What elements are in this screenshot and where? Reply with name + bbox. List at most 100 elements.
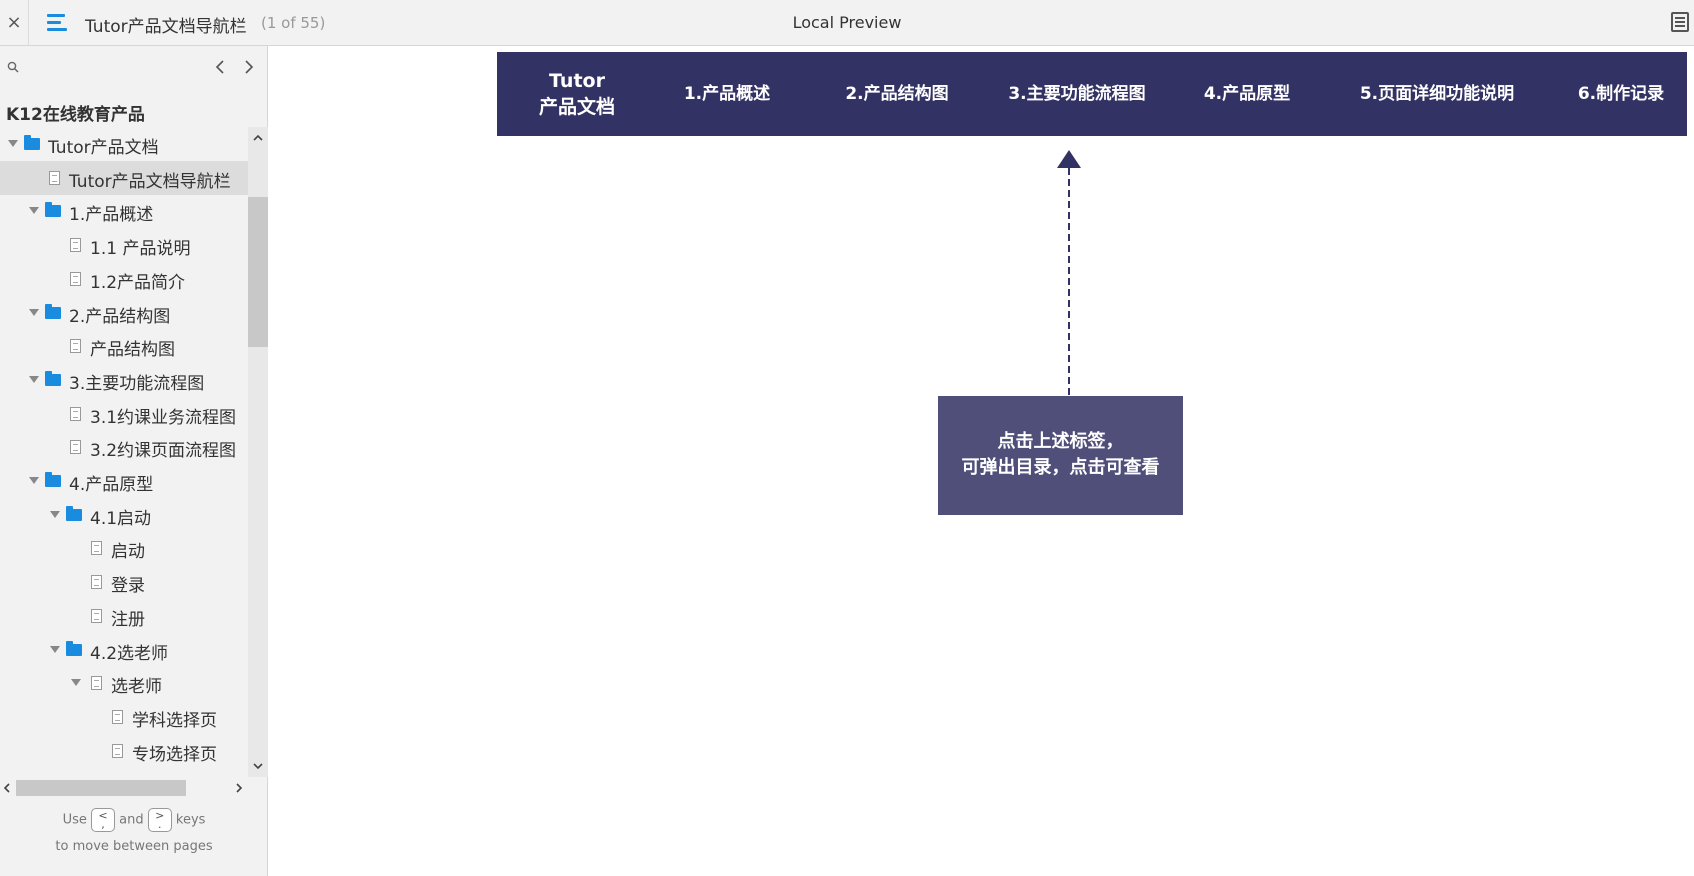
tree-item-label: 4.1启动 bbox=[90, 508, 152, 529]
next-page-icon[interactable] bbox=[241, 58, 257, 76]
nav-home-link[interactable]: Tutor 产品文档 bbox=[497, 52, 657, 136]
tree-folder[interactable]: 3.主要功能流程图 bbox=[0, 363, 248, 397]
page-icon bbox=[49, 170, 60, 185]
tree-item-label: 2.产品结构图 bbox=[69, 306, 171, 327]
vertical-scroll-thumb[interactable] bbox=[248, 197, 268, 347]
expand-caret-icon[interactable] bbox=[29, 308, 39, 316]
tree-page[interactable]: 登录 bbox=[0, 565, 248, 599]
page-icon bbox=[70, 406, 81, 421]
folder-icon bbox=[66, 640, 82, 656]
nav-home-line1: Tutor bbox=[549, 70, 605, 92]
page-icon bbox=[112, 709, 123, 724]
tree-page[interactable]: 1.1 产品说明 bbox=[0, 228, 248, 262]
nav-item-flowchart[interactable]: 3.主要功能流程图 bbox=[997, 52, 1157, 136]
tree-page[interactable]: 专场选择页 bbox=[0, 734, 248, 768]
tree-folder[interactable]: 1.产品概述 bbox=[0, 194, 248, 228]
prototype-canvas: Tutor 产品文档 1.产品概述 2.产品结构图 3.主要功能流程图 4.产品… bbox=[269, 46, 1694, 876]
folder-icon bbox=[45, 472, 61, 487]
project-name: K12在线教育产品 bbox=[6, 105, 145, 125]
scroll-up-icon[interactable] bbox=[253, 133, 263, 143]
notes-icon[interactable] bbox=[1671, 12, 1689, 32]
sidebar-toolbar bbox=[0, 46, 268, 88]
tree-item-label: Tutor产品文档导航栏 bbox=[69, 171, 231, 192]
instruction-line-1: 点击上述标签， bbox=[997, 431, 1124, 452]
page-icon bbox=[91, 575, 102, 590]
scroll-left-icon[interactable] bbox=[2, 783, 12, 793]
help-use-text: Use bbox=[62, 812, 87, 828]
horizontal-scrollbar[interactable] bbox=[0, 777, 248, 799]
tree-folder[interactable]: Tutor产品文档 bbox=[0, 127, 248, 161]
expand-caret-icon[interactable] bbox=[29, 207, 39, 215]
vertical-scrollbar[interactable] bbox=[248, 127, 268, 777]
expand-caret-icon[interactable] bbox=[50, 510, 60, 518]
search-icon[interactable] bbox=[7, 61, 19, 73]
horizontal-scroll-thumb[interactable] bbox=[16, 780, 186, 796]
tree-page[interactable]: Tutor产品文档导航栏 bbox=[0, 160, 248, 195]
nav-item-changelog[interactable]: 6.制作记录 bbox=[1557, 52, 1685, 136]
expand-caret-icon[interactable] bbox=[29, 375, 39, 383]
expand-caret-icon[interactable] bbox=[29, 477, 39, 484]
next-key-icon: > . bbox=[147, 808, 172, 832]
tree-item-label: 注册 bbox=[111, 609, 145, 630]
page-icon bbox=[70, 339, 81, 354]
page-icon bbox=[91, 676, 102, 691]
page-icon bbox=[91, 541, 102, 556]
expand-caret-icon[interactable] bbox=[50, 645, 60, 653]
tree-item-label: 3.2约课页面流程图 bbox=[90, 441, 237, 462]
tree-item-label: 4.2选老师 bbox=[90, 643, 169, 664]
keyboard-help: Use < , and > . keys bbox=[0, 808, 268, 833]
folder-icon bbox=[45, 370, 61, 386]
tree-item-label: 产品结构图 bbox=[90, 340, 175, 361]
tree-folder[interactable]: 4.1启动 bbox=[0, 498, 248, 532]
tree-item-label: 学科选择页 bbox=[132, 710, 217, 731]
previous-page-icon[interactable] bbox=[212, 58, 228, 76]
page-icon bbox=[70, 238, 81, 253]
tree-item-label: 1.1 产品说明 bbox=[90, 239, 191, 260]
sitemap-sidebar: K12在线教育产品 Tutor产品文档 Tutor产品文档导航栏 1.产品概述 1.1… bbox=[0, 46, 268, 876]
tree-page[interactable]: 选老师 bbox=[0, 666, 248, 700]
instruction-box: 点击上述标签， 可弹出目录，点击可查看 bbox=[938, 396, 1183, 515]
page-title: Tutor产品文档导航栏 bbox=[85, 17, 247, 37]
tree-page[interactable]: 3.2约课页面流程图 bbox=[0, 430, 248, 464]
page-icon bbox=[70, 271, 81, 286]
expand-caret-icon[interactable] bbox=[71, 679, 81, 687]
scroll-right-icon[interactable] bbox=[234, 783, 244, 793]
folder-icon bbox=[66, 505, 82, 521]
tree-page[interactable]: 启动 bbox=[0, 531, 248, 565]
preview-title: Local Preview bbox=[792, 13, 902, 32]
expand-caret-icon[interactable] bbox=[8, 140, 18, 147]
tree-folder[interactable]: 2.产品结构图 bbox=[0, 296, 248, 330]
tree-item-label: 专场选择页 bbox=[132, 744, 217, 765]
nav-item-overview[interactable]: 1.产品概述 bbox=[662, 52, 792, 136]
help-keys-text: keys bbox=[175, 812, 206, 828]
tree-page[interactable]: 产品结构图 bbox=[0, 329, 248, 363]
tree-item-label: 1.产品概述 bbox=[69, 205, 154, 226]
close-button[interactable]: × bbox=[0, 0, 29, 45]
tree-item-label: 3.1约课业务流程图 bbox=[90, 407, 237, 428]
top-bar: × Tutor产品文档导航栏 (1 of 55) Local Preview bbox=[0, 0, 1694, 46]
nav-item-prototype[interactable]: 4.产品原型 bbox=[1177, 52, 1317, 136]
sitemap-tree: Tutor产品文档 Tutor产品文档导航栏 1.产品概述 1.1 产品说明 1.2产品… bbox=[0, 127, 248, 777]
page-icon bbox=[112, 743, 123, 758]
scroll-down-icon[interactable] bbox=[253, 761, 263, 771]
nav-item-structure[interactable]: 2.产品结构图 bbox=[822, 52, 972, 136]
folder-icon bbox=[24, 135, 40, 150]
help-line-2: to move between pages bbox=[55, 839, 213, 854]
tree-folder[interactable]: 4.产品原型 bbox=[0, 464, 248, 498]
folder-icon bbox=[45, 202, 61, 218]
nav-item-page-details[interactable]: 5.页面详细功能说明 bbox=[1342, 52, 1532, 136]
tree-page[interactable]: 1.2产品简介 bbox=[0, 262, 248, 296]
tree-item-label: 4.产品原型 bbox=[69, 475, 154, 495]
tree-page[interactable]: 学科选择页 bbox=[0, 700, 248, 734]
tree-page[interactable]: 注册 bbox=[0, 599, 248, 633]
tree-page[interactable]: 3.1约课业务流程图 bbox=[0, 397, 248, 431]
tree-item-label: 登录 bbox=[111, 576, 145, 597]
tree-folder[interactable]: 4.2选老师 bbox=[0, 633, 248, 667]
tree-page[interactable]: 定教详情页 bbox=[0, 767, 248, 777]
page-icon bbox=[70, 440, 81, 455]
tree-item-label: 启动 bbox=[111, 542, 145, 563]
prev-key-icon: < , bbox=[91, 808, 115, 832]
instruction-line-2: 可弹出目录，点击可查看 bbox=[961, 457, 1160, 478]
nav-home-line2: 产品文档 bbox=[538, 96, 615, 118]
sitemap-menu-icon[interactable] bbox=[44, 10, 70, 36]
